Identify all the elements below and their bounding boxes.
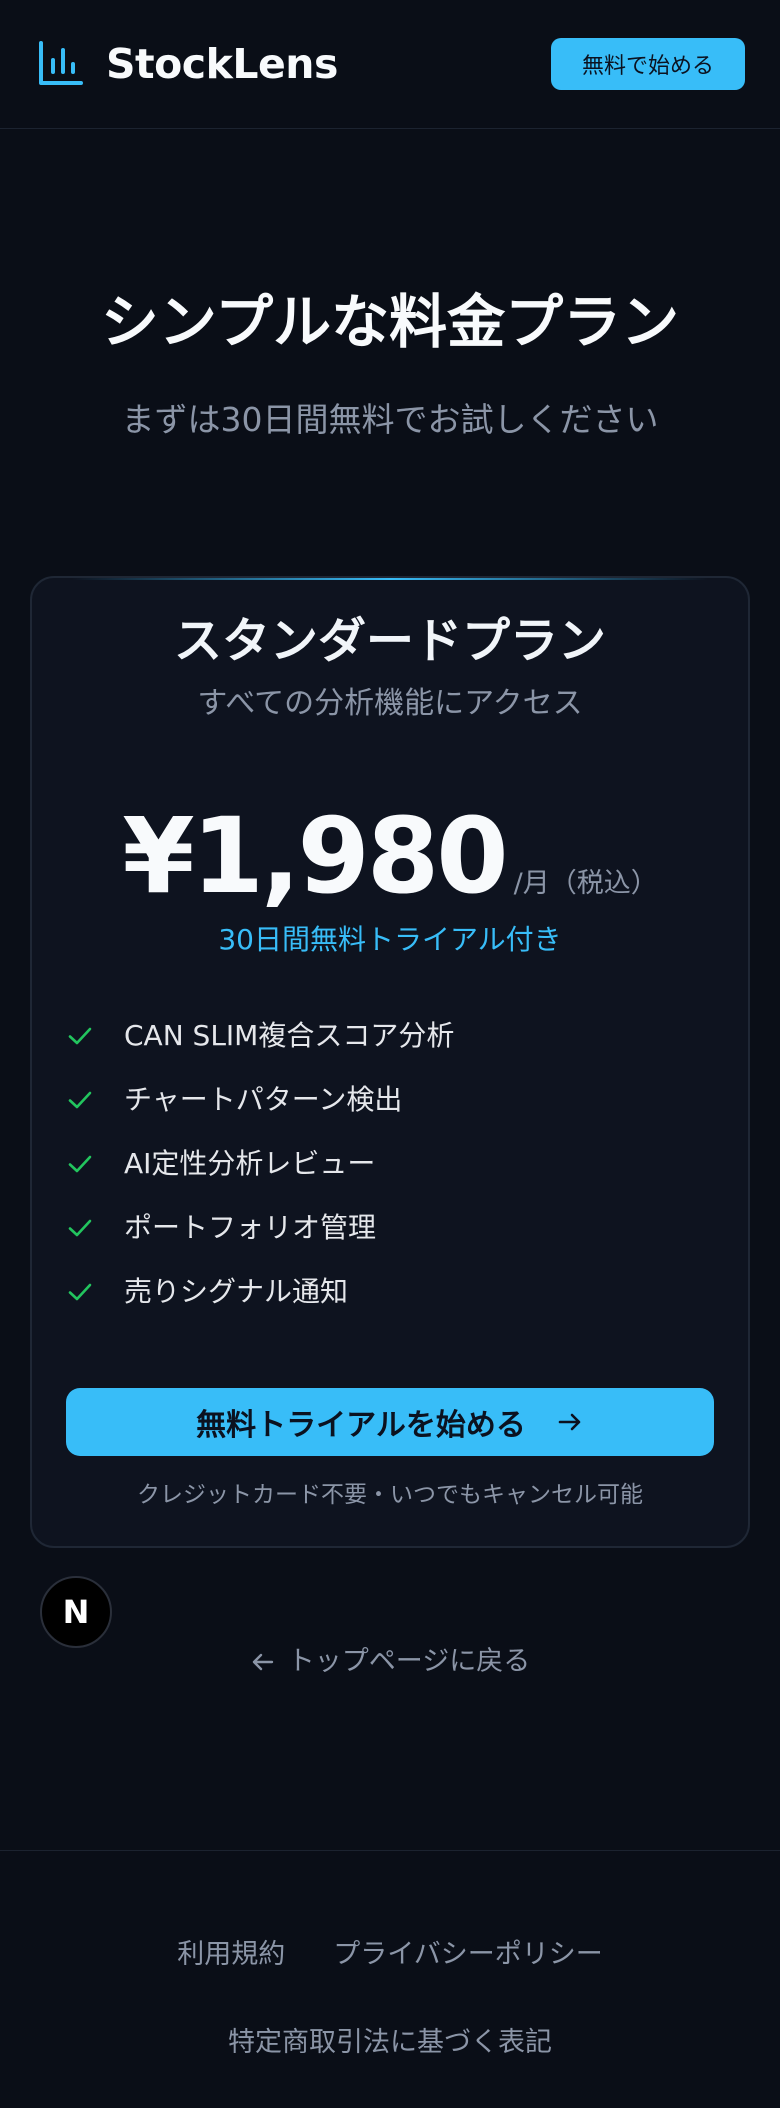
- check-icon: [68, 1027, 92, 1045]
- plan-description: すべての分析機能にアクセス: [197, 686, 583, 721]
- site-footer: 利用規約 プライバシーポリシー 特定商取引法に基づく表記: [0, 1850, 780, 2108]
- feature-label: チャートパターン検出: [124, 1083, 403, 1116]
- start-trial-label: 無料トライアルを始める: [196, 1408, 526, 1443]
- check-icon: [68, 1155, 92, 1173]
- start-trial-button[interactable]: 無料トライアルを始める: [66, 1388, 714, 1456]
- check-icon: [68, 1091, 92, 1109]
- feature-item: AI定性分析レビュー: [66, 1132, 454, 1196]
- feature-label: CAN SLIM複合スコア分析: [124, 1019, 455, 1052]
- bar-chart-icon: [39, 41, 83, 85]
- page-subtitle: まずは30日間無料でお試しください: [121, 400, 659, 439]
- header-start-free-button[interactable]: 無料で始める: [551, 38, 745, 90]
- page-title: シンプルな料金プラン: [100, 288, 680, 356]
- privacy-policy-link[interactable]: プライバシーポリシー: [333, 1935, 602, 1975]
- footer-legal: 特定商取引法に基づく表記: [0, 2023, 780, 2063]
- card-top-glow: [72, 578, 708, 580]
- commerce-law-link[interactable]: 特定商取引法に基づく表記: [228, 2027, 552, 2058]
- feature-label: 売りシグナル通知: [124, 1275, 349, 1308]
- brand-name: StockLens: [106, 40, 338, 88]
- feature-label: ポートフォリオ管理: [124, 1211, 377, 1244]
- check-icon: [68, 1219, 92, 1237]
- price-row: ¥1,980 /月（税込）: [32, 796, 748, 916]
- back-link-label: トップページに戻る: [287, 1646, 531, 1677]
- pricing-card: スタンダードプラン すべての分析機能にアクセス ¥1,980 /月（税込） 30…: [30, 576, 750, 1548]
- feature-item: CAN SLIM複合スコア分析: [66, 1004, 454, 1068]
- trial-note: 30日間無料トライアル付き: [218, 923, 562, 956]
- footer-links: 利用規約 プライバシーポリシー: [0, 1935, 780, 1975]
- check-icon: [68, 1283, 92, 1301]
- n-badge-letter: N: [62, 1593, 90, 1631]
- n-badge[interactable]: N: [40, 1576, 112, 1648]
- back-to-top-link[interactable]: トップページに戻る: [0, 1642, 780, 1682]
- feature-list: CAN SLIM複合スコア分析 チャートパターン検出 AI定性分析レビュー ポー…: [66, 1004, 454, 1324]
- plan-name: スタンダードプラン: [173, 613, 606, 669]
- arrow-left-icon: [252, 1653, 273, 1671]
- logo-link[interactable]: StockLens: [36, 40, 338, 88]
- arrow-right-icon: [558, 1413, 581, 1431]
- feature-label: AI定性分析レビュー: [124, 1147, 376, 1180]
- feature-item: チャートパターン検出: [66, 1068, 454, 1132]
- feature-item: ポートフォリオ管理: [66, 1196, 454, 1260]
- site-header: StockLens 無料で始める: [0, 0, 780, 129]
- price-unit: /月（税込）: [513, 868, 658, 899]
- terms-link[interactable]: 利用規約: [177, 1935, 285, 1975]
- plan-price: ¥1,980: [122, 795, 508, 917]
- feature-item: 売りシグナル通知: [66, 1260, 454, 1324]
- no-card-note: クレジットカード不要・いつでもキャンセル可能: [137, 1482, 643, 1508]
